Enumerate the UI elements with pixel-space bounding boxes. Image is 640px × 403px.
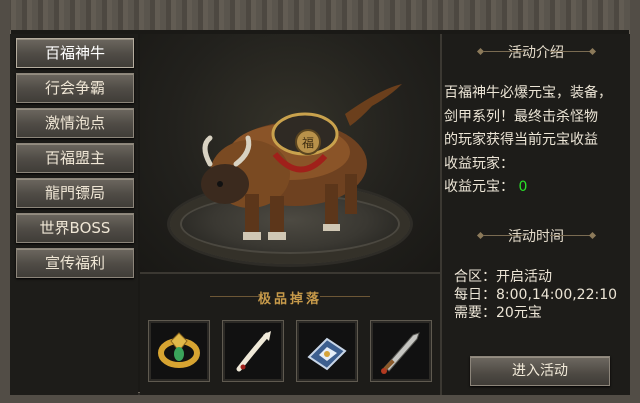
- gold-jade-ring-icon: [158, 332, 200, 368]
- menu-item-guild-war[interactable]: 行会争霸: [16, 73, 134, 103]
- menu-item-world-boss[interactable]: 世界BOSS: [16, 213, 134, 243]
- schedule-row: 每日：8:00,14:00,22:10: [454, 286, 617, 304]
- drops-title: 极品掉落: [257, 292, 322, 307]
- title-ornament-line: [550, 235, 590, 236]
- menu-item-promo-bonus[interactable]: 宣传福利: [16, 248, 134, 278]
- frame-bottom-border: [0, 395, 640, 403]
- drop-slot-4[interactable]: [370, 320, 432, 382]
- drops-ornament-right: [320, 296, 370, 297]
- income-player-label: 收益玩家：: [444, 155, 514, 172]
- schedule-label: 需要：: [454, 305, 496, 321]
- broadsword-icon: [381, 332, 420, 374]
- frame-left-border: [0, 0, 10, 403]
- event-description: 百福神牛必爆元宝，装备， 剑甲系列！最终击杀怪物 的玩家获得当前元宝收益 收益玩…: [444, 82, 632, 200]
- desc-line: 百福神牛必爆元宝，装备，: [444, 85, 612, 101]
- intro-title: 活动介绍: [508, 45, 564, 61]
- enter-event-button[interactable]: 进入活动: [470, 356, 610, 386]
- income-player: 收益玩家：: [444, 153, 632, 177]
- schedule-value: 8:00,14:00,22:10: [496, 287, 618, 303]
- menu-item-escort[interactable]: 龍門镖局: [16, 178, 134, 208]
- time-title: 活动时间: [508, 229, 564, 245]
- desc-line: 剑甲系列！最终击杀怪物: [444, 108, 598, 125]
- income-ingot: 收益元宝： 0: [444, 176, 632, 200]
- svg-text:福: 福: [302, 135, 314, 150]
- desc-line: 的玩家获得当前元宝收益: [444, 132, 598, 148]
- income-ingot-value: 0: [518, 179, 528, 195]
- event-schedule: 合区：开启活动 每日：8:00,14:00,22:10 需要：20元宝: [454, 268, 617, 322]
- drop-slot-2[interactable]: [222, 320, 284, 382]
- event-menu: 百福神牛 行会争霸 激情泡点 百福盟主 龍門镖局 世界BOSS 宣传福利: [10, 34, 138, 395]
- frame-top-border: [0, 0, 640, 30]
- boss-preview: 福: [140, 34, 440, 272]
- income-ingot-label: 收益元宝：: [444, 179, 514, 195]
- schedule-value: 开启活动: [496, 269, 552, 285]
- drop-slot-3[interactable]: [296, 320, 358, 382]
- schedule-row: 合区：开启活动: [454, 268, 617, 286]
- schedule-value: 20元宝: [496, 305, 542, 321]
- ivory-fan-icon: [236, 331, 271, 372]
- menu-item-baifu-bull[interactable]: 百福神牛: [16, 38, 134, 68]
- blue-bracer-icon: [307, 337, 347, 371]
- menu-item-baifu-leader[interactable]: 百福盟主: [16, 143, 134, 173]
- drop-slot-1[interactable]: [148, 320, 210, 382]
- schedule-label: 合区：: [454, 269, 496, 285]
- divine-bull-image: 福: [201, 84, 402, 240]
- premium-drops: 极品掉落: [140, 274, 440, 395]
- schedule-row: 需要：20元宝: [454, 304, 617, 322]
- schedule-label: 每日：: [454, 287, 496, 303]
- title-ornament-line: [550, 51, 590, 52]
- event-info-panel: 活动介绍 百福神牛必爆元宝，装备， 剑甲系列！最终击杀怪物 的玩家获得当前元宝收…: [442, 34, 630, 395]
- frame-right-border: [630, 0, 640, 403]
- menu-item-bubble-points[interactable]: 激情泡点: [16, 108, 134, 138]
